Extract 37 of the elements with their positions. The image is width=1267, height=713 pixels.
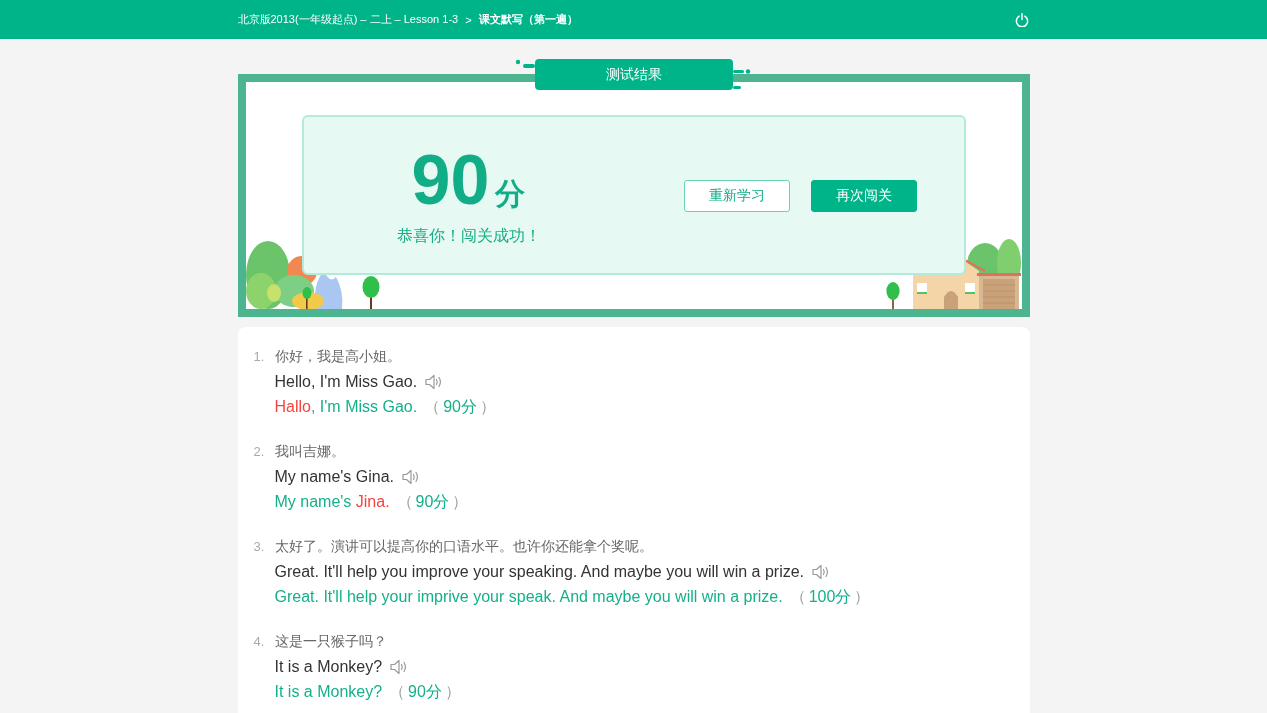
answer-score: （ 90分 ） bbox=[423, 397, 497, 417]
dash-dot-icon bbox=[514, 59, 535, 71]
speaker-icon[interactable] bbox=[390, 658, 409, 675]
question-number: 1. bbox=[253, 348, 266, 366]
chinese-sentence: 我叫吉娜。 bbox=[274, 442, 346, 461]
page-title: 课文默写（第一遍） bbox=[478, 12, 578, 27]
english-sentence: Great. It'll help you improve your speaking. And maybe you will win a prize. bbox=[274, 562, 805, 582]
question-number: 4. bbox=[253, 633, 266, 651]
speaker-icon[interactable] bbox=[425, 373, 444, 390]
answer-score: （ 90分 ） bbox=[388, 682, 462, 702]
answer-score: （ 90分 ） bbox=[395, 492, 470, 512]
chinese-sentence: 这是一只猴子吗？ bbox=[274, 632, 388, 651]
question-number: 3. bbox=[253, 538, 266, 556]
retry-button[interactable]: 再次闯关 bbox=[810, 180, 917, 212]
chinese-sentence: 太好了。演讲可以提高你的口语水平。也许你还能拿个奖呢。 bbox=[274, 537, 654, 556]
answer-sentence: Hallo, I'm Miss Gao. bbox=[274, 397, 418, 417]
score-number: 90 bbox=[411, 144, 490, 215]
success-message: 恭喜你！闯关成功！ bbox=[396, 225, 541, 246]
relearn-button[interactable]: 重新学习 bbox=[683, 180, 790, 212]
answer-score: （ 100分 ） bbox=[788, 587, 872, 607]
english-sentence: My name's Gina. bbox=[274, 467, 395, 487]
title-banner: 测试结果 bbox=[534, 59, 733, 90]
breadcrumb-link[interactable]: 北京版2013(一年级起点) – 二上 – Lesson 1-3 bbox=[237, 12, 459, 27]
breadcrumb-separator: > bbox=[465, 13, 472, 26]
speaker-icon[interactable] bbox=[402, 468, 421, 485]
english-sentence: Hello, I'm Miss Gao. bbox=[274, 372, 418, 392]
tree-icon bbox=[361, 276, 380, 309]
answer-sentence: It is a Monkey? bbox=[274, 682, 383, 702]
english-sentence: It is a Monkey? bbox=[274, 657, 383, 677]
chinese-sentence: 你好，我是高小姐。 bbox=[274, 347, 402, 366]
score-unit: 分 bbox=[495, 175, 526, 212]
power-icon[interactable] bbox=[1014, 12, 1029, 27]
speaker-icon[interactable] bbox=[812, 563, 831, 580]
question-number: 2. bbox=[253, 443, 266, 461]
answer-sentence: Great. It'll help your imprive your speak. And maybe you will win a prize. bbox=[274, 587, 783, 607]
tree-icon bbox=[885, 282, 900, 309]
answer-sentence: My name's Jina. bbox=[274, 492, 390, 512]
